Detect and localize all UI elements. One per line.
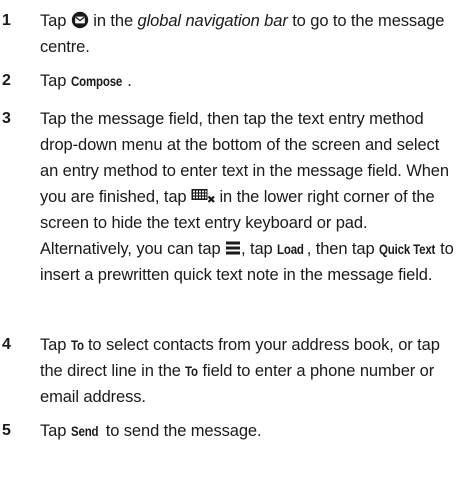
- step-text: Tap To to select contacts from your addr…: [40, 332, 460, 410]
- compose-label: Compose: [70, 73, 122, 89]
- step-number: 5: [2, 422, 11, 439]
- step-text-part: .: [127, 72, 132, 90]
- step-text-part: in the: [88, 12, 138, 30]
- to-field-label: To: [185, 363, 199, 379]
- step-number: 1: [2, 12, 11, 29]
- hide-keyboard-icon: [191, 188, 215, 204]
- step-text: Tap Send to send the message.: [40, 418, 460, 444]
- load-label: Load: [277, 241, 304, 257]
- message-icon: [71, 11, 89, 29]
- step-text-part: , tap: [241, 240, 278, 258]
- step-text: Tap the message field, then tap the text…: [40, 106, 460, 288]
- step-text-part: to send the message.: [101, 422, 262, 440]
- quick-text-label: Quick Text: [379, 241, 436, 257]
- step-text-part: Tap: [40, 422, 71, 440]
- step-number: 3: [2, 110, 11, 127]
- send-label: Send: [70, 423, 99, 439]
- step-text-part: Tap: [40, 336, 71, 354]
- step-text: Tap in the global navigation bar to go t…: [40, 8, 460, 60]
- step-text-part: Tap: [40, 72, 71, 90]
- step-text-part: Tap: [40, 12, 71, 30]
- step-text: Tap Compose.: [40, 68, 460, 94]
- step-number: 4: [2, 336, 11, 353]
- step-number: 2: [2, 72, 11, 89]
- menu-icon: [225, 240, 241, 256]
- step-text-italic: global navigation bar: [137, 12, 288, 30]
- to-label: To: [70, 337, 84, 353]
- step-text-part: , then tap: [306, 240, 380, 258]
